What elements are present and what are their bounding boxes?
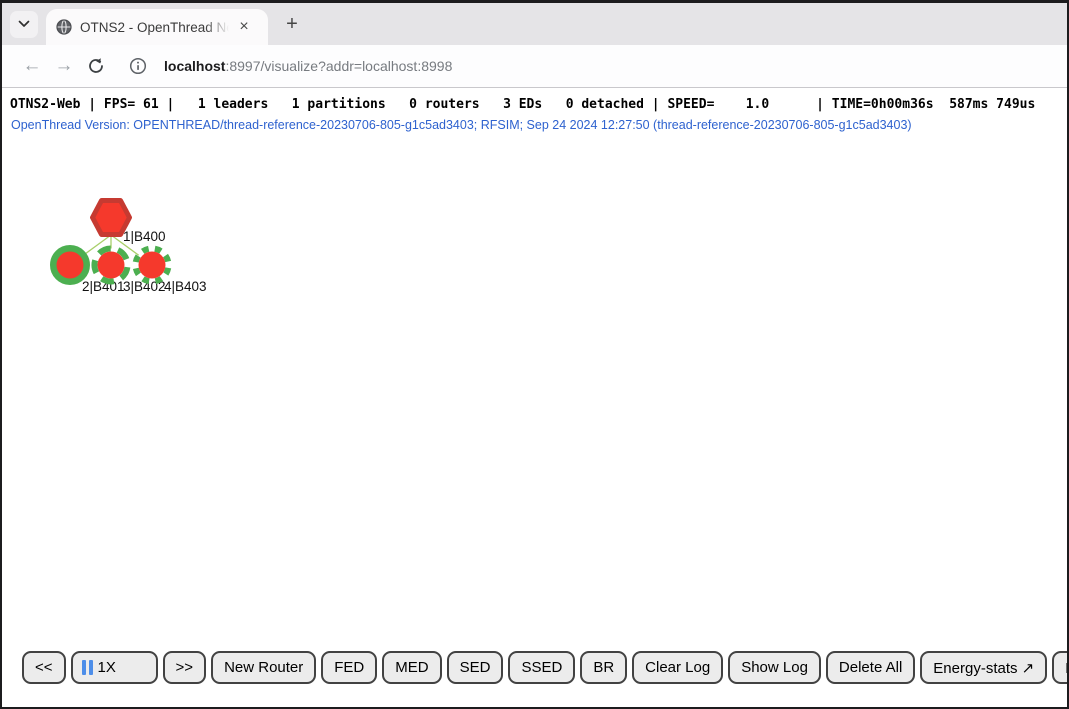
- node-stats-button[interactable]: Node-stats ↗: [1052, 651, 1067, 684]
- tab-strip: OTNS2 - OpenThread Ne × +: [2, 3, 1067, 45]
- new-ssed-button[interactable]: SSED: [508, 651, 575, 684]
- speed-label: 1X: [98, 659, 116, 676]
- control-bar: << 1X >> New Router FED MED SED SSED BR …: [22, 651, 1067, 684]
- tab-title: OTNS2 - OpenThread Ne: [80, 20, 232, 35]
- chevron-down-icon: [18, 20, 30, 28]
- new-sed-button[interactable]: SED: [447, 651, 504, 684]
- info-icon: [129, 57, 147, 75]
- new-br-button[interactable]: BR: [580, 651, 627, 684]
- address-bar[interactable]: localhost:8997/visualize?addr=localhost:…: [164, 58, 452, 74]
- pause-icon: [82, 660, 93, 675]
- browser-window: OTNS2 - OpenThread Ne × + ← → localhost:…: [0, 0, 1069, 709]
- pause-speed-button[interactable]: 1X: [71, 651, 158, 684]
- node-label: 1|B400: [123, 229, 166, 244]
- show-log-button[interactable]: Show Log: [728, 651, 821, 684]
- new-med-button[interactable]: MED: [382, 651, 441, 684]
- openthread-version-text: OpenThread Version: OPENTHREAD/thread-re…: [2, 113, 1067, 133]
- globe-icon: [56, 19, 72, 35]
- node-leader-1[interactable]: 1|B400: [93, 201, 166, 245]
- simulation-status-bar: OTNS2-Web | FPS= 61 | 1 leaders 1 partit…: [2, 88, 1067, 113]
- network-canvas[interactable]: 1|B400 2|B401 3|B402 4|B403: [2, 88, 1067, 707]
- clear-log-button[interactable]: Clear Log: [632, 651, 723, 684]
- new-router-button[interactable]: New Router: [211, 651, 316, 684]
- browser-toolbar: ← → localhost:8997/visualize?addr=localh…: [2, 45, 1067, 88]
- forward-button[interactable]: →: [48, 50, 80, 82]
- otns-page: OTNS2-Web | FPS= 61 | 1 leaders 1 partit…: [2, 88, 1067, 707]
- energy-stats-button[interactable]: Energy-stats ↗: [920, 651, 1047, 684]
- tab-close-icon[interactable]: ×: [234, 17, 254, 37]
- delete-all-button[interactable]: Delete All: [826, 651, 915, 684]
- site-info-button[interactable]: [122, 50, 154, 82]
- new-tab-button[interactable]: +: [278, 10, 306, 38]
- tab-otns2[interactable]: OTNS2 - OpenThread Ne ×: [46, 9, 268, 45]
- new-fed-button[interactable]: FED: [321, 651, 377, 684]
- url-path: :8997/visualize?addr=localhost:8998: [225, 58, 452, 74]
- speed-down-button[interactable]: <<: [22, 651, 66, 684]
- reload-icon: [87, 57, 105, 75]
- tab-search-button[interactable]: [10, 11, 38, 38]
- back-button[interactable]: ←: [16, 50, 48, 82]
- url-host: localhost: [164, 58, 225, 74]
- speed-up-button[interactable]: >>: [163, 651, 207, 684]
- reload-button[interactable]: [80, 50, 112, 82]
- node-label: 4|B403: [164, 279, 207, 294]
